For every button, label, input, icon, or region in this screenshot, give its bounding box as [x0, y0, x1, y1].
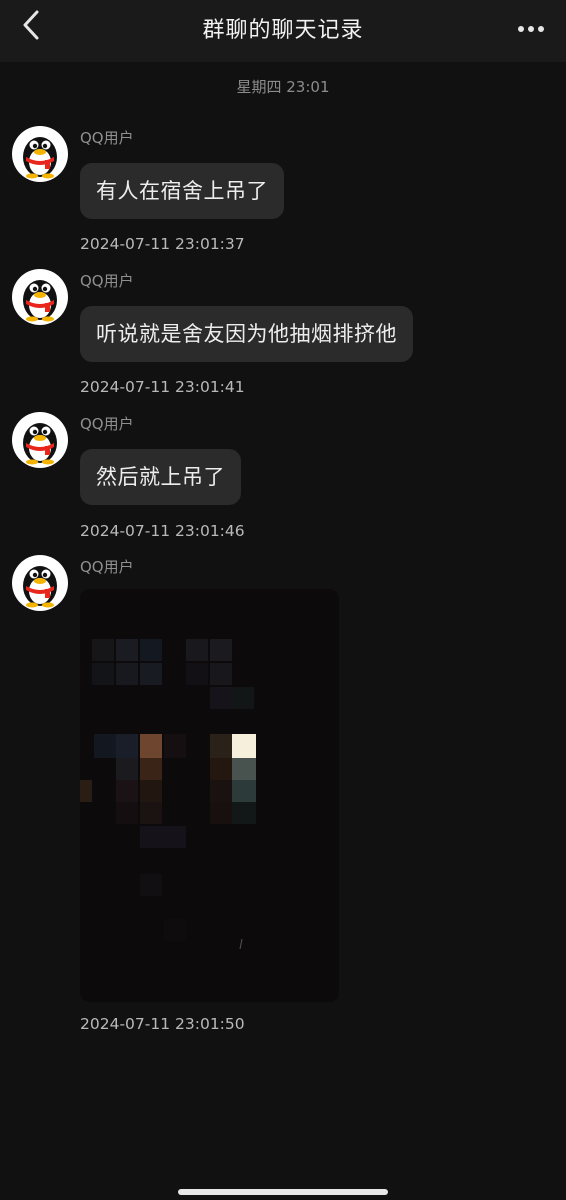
more-horizontal-icon [517, 18, 545, 37]
home-indicator[interactable] [178, 1189, 388, 1195]
page-title: 群聊的聊天记录 [202, 18, 364, 43]
penguin-avatar-icon [23, 423, 57, 465]
penguin-avatar-icon [23, 137, 57, 179]
message-bubble[interactable]: 有人在宿舍上吊了 [80, 163, 284, 219]
more-button[interactable] [516, 16, 546, 38]
time-separator: 星期四 23:01 [236, 78, 330, 96]
pixelated-image [80, 589, 339, 1002]
sender-name: QQ用户 [80, 129, 134, 147]
sender-name: QQ用户 [80, 415, 134, 433]
avatar[interactable] [12, 269, 68, 325]
message-timestamp: 2024-07-11 23:01:37 [80, 235, 245, 253]
avatar[interactable] [12, 555, 68, 611]
top-bar: 群聊的聊天记录 [0, 0, 566, 62]
penguin-avatar-icon [23, 566, 57, 608]
sender-name: QQ用户 [80, 272, 134, 290]
message-bubble[interactable]: 然后就上吊了 [80, 449, 241, 505]
image-message[interactable] [80, 589, 339, 1002]
message-timestamp: 2024-07-11 23:01:46 [80, 522, 245, 540]
sender-name: QQ用户 [80, 558, 134, 576]
message-timestamp: 2024-07-11 23:01:41 [80, 378, 245, 396]
message-bubble[interactable]: 听说就是舍友因为他抽烟排挤他 [80, 306, 413, 362]
message-timestamp: 2024-07-11 23:01:50 [80, 1015, 245, 1033]
avatar[interactable] [12, 412, 68, 468]
penguin-avatar-icon [23, 280, 57, 322]
avatar[interactable] [12, 126, 68, 182]
